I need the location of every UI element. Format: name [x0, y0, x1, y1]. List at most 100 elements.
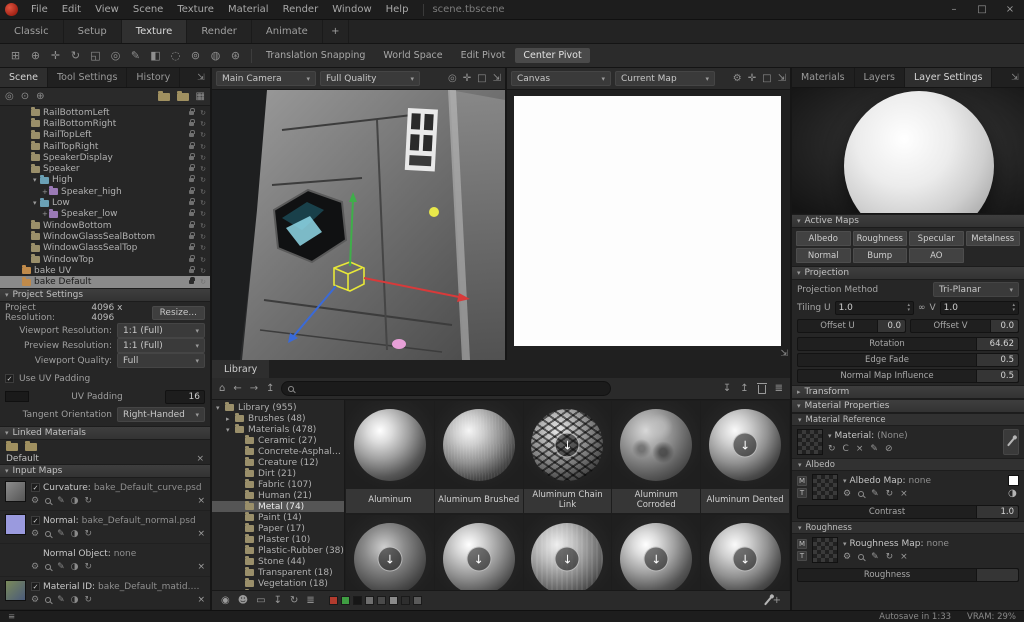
tool-icon[interactable]: ◌ — [166, 47, 185, 65]
panel-tab[interactable]: Materials — [792, 68, 855, 87]
use-uv-padding-checkbox[interactable]: ✓ — [5, 374, 14, 383]
tool-icon[interactable]: ⊞ — [6, 47, 25, 65]
material-tile[interactable]: ↓ — [346, 515, 434, 590]
section-project-settings[interactable]: ▾ Project Settings — [0, 288, 210, 302]
material-tile[interactable]: ↓ Aluminum Dented — [701, 401, 789, 513]
eyedropper-icon[interactable] — [764, 596, 772, 605]
map-toggle-button[interactable]: Normal — [796, 248, 851, 263]
material-tile[interactable]: ↓ — [435, 515, 523, 590]
lock-icon[interactable] — [189, 178, 194, 182]
expand-caret[interactable]: ▾ — [216, 404, 222, 412]
settings-dropdown[interactable]: Full ▾ — [117, 353, 205, 368]
library-category[interactable]: Fabric (107) — [212, 479, 344, 490]
scene-tree-item[interactable]: RailBottomLeft ↻ — [0, 107, 210, 118]
library-search[interactable] — [281, 381, 611, 396]
maximize-button[interactable]: □ — [968, 0, 996, 19]
pen-icon[interactable]: ✎ — [57, 595, 65, 605]
scene-tree-item[interactable]: Speaker ↻ — [0, 163, 210, 174]
panel-tab[interactable]: Tool Settings — [48, 68, 127, 87]
contrast-slider[interactable]: Contrast 1.0 — [797, 505, 1019, 519]
stepper-icon[interactable]: ▴▾ — [1013, 303, 1016, 313]
panel-tab[interactable]: Scene — [0, 68, 48, 87]
map-toggle-button[interactable]: Roughness — [853, 231, 908, 246]
input-map-item[interactable]: ✓ Curvature: bake_Default_curve.psd ⚙ ✎ … — [0, 478, 210, 511]
lock-icon[interactable] — [189, 280, 194, 284]
subsection-albedo[interactable]: ▾ Albedo — [792, 458, 1024, 471]
library-category[interactable]: Human (21) — [212, 490, 344, 501]
lock-icon[interactable] — [189, 167, 194, 171]
scene-tree-item[interactable]: WindowGlassSealBottom ↻ — [0, 231, 210, 242]
pen-icon[interactable]: ✎ — [57, 529, 65, 539]
lock-icon[interactable] — [189, 190, 194, 194]
mask-toggle[interactable]: M — [797, 476, 807, 486]
map-thumbnail[interactable] — [5, 580, 26, 601]
section-linked-materials[interactable]: ▾ Linked Materials — [0, 426, 210, 440]
menu-item[interactable]: Window — [325, 0, 378, 19]
tool-icon[interactable]: ◱ — [86, 47, 105, 65]
material-tile[interactable]: ↓ — [701, 515, 789, 590]
sync-icon[interactable]: ↻ — [200, 222, 206, 230]
scene-tree-item[interactable]: WindowTop ↻ — [0, 254, 210, 265]
library-category[interactable]: Dirt (21) — [212, 468, 344, 479]
library-category[interactable]: Plastic-Rubber (38) — [212, 545, 344, 556]
sync-icon[interactable]: ↻ — [200, 267, 206, 275]
pen-icon[interactable]: ✎ — [871, 489, 879, 499]
library-category[interactable]: Transparent (18) — [212, 567, 344, 578]
scene-tree-item[interactable]: RailTopLeft ↻ — [0, 130, 210, 141]
gear-icon[interactable]: ⚙ — [31, 562, 39, 572]
frame-icon[interactable]: □ — [762, 73, 771, 84]
sync-icon[interactable]: ↻ — [200, 244, 206, 252]
library-category[interactable]: Ceramic (27) — [212, 435, 344, 446]
settings-dropdown[interactable]: 1:1 (Full) ▾ — [117, 323, 205, 338]
clear-map-icon[interactable]: × — [197, 529, 205, 539]
resize-button[interactable]: Resize... — [152, 306, 205, 320]
menu-item[interactable]: Texture — [170, 0, 221, 19]
target-icon[interactable]: ◎ — [5, 91, 14, 102]
map-thumbnail[interactable] — [5, 481, 26, 502]
roughness-map-thumbnail[interactable] — [812, 537, 838, 563]
input-map-item[interactable]: ✓ Normal Object: none ⚙ ✎ ◑ ↻ × — [0, 544, 210, 577]
search-icon[interactable] — [45, 564, 51, 570]
pick-material-button[interactable] — [1003, 429, 1019, 455]
sync-icon[interactable]: ↻ — [200, 154, 206, 162]
sync-icon[interactable]: ↻ — [200, 131, 206, 139]
clear-icon[interactable]: × — [900, 489, 908, 499]
library-category[interactable]: Vegetation (18) — [212, 578, 344, 589]
tool-icon[interactable]: ◎ — [106, 47, 125, 65]
menu-item[interactable]: Material — [221, 0, 276, 19]
home-icon[interactable]: ⌂ — [219, 383, 225, 394]
lock-icon[interactable] — [189, 269, 194, 273]
offset-u-slider[interactable]: Offset U 0.0 — [797, 319, 906, 333]
gear-icon[interactable]: ⚙ — [31, 496, 39, 506]
search-icon[interactable] — [45, 597, 51, 603]
lock-icon[interactable] — [189, 258, 194, 262]
droplet-icon[interactable]: ◑ — [71, 562, 79, 572]
camera-dropdown[interactable]: Main Camera ▾ — [216, 71, 316, 86]
export-icon[interactable]: ↥ — [740, 383, 748, 394]
workspace-tab[interactable]: Texture — [122, 20, 188, 43]
library-category[interactable]: Concrete-Asphalt (17) — [212, 446, 344, 457]
clear-icon[interactable]: × — [900, 552, 908, 562]
toolbar-toggle[interactable]: World Space — [375, 48, 450, 63]
library-category[interactable]: Paint (14) — [212, 512, 344, 523]
sync-icon[interactable]: ↻ — [200, 143, 206, 151]
gear-icon[interactable]: ⚙ — [31, 595, 39, 605]
toolbar-toggle[interactable]: Translation Snapping — [258, 48, 373, 63]
input-map-item[interactable]: ✓ Material ID: bake_Default_matid.psd ⚙ … — [0, 577, 210, 610]
lock-icon[interactable] — [189, 235, 194, 239]
sync-icon[interactable]: ↻ — [200, 188, 206, 196]
sync-icon[interactable]: ↻ — [200, 165, 206, 173]
popout-icon[interactable]: ⇲ — [1006, 68, 1024, 87]
tool-icon[interactable]: ↻ — [66, 47, 85, 65]
library-category[interactable]: Plaster (10) — [212, 534, 344, 545]
search-icon[interactable] — [858, 491, 864, 497]
link-icon[interactable]: ∞ — [918, 303, 926, 313]
uv-padding-input[interactable]: 16 — [165, 390, 205, 404]
input-map-item[interactable]: ✓ Normal: bake_Default_normal.psd ⚙ ✎ ◑ … — [0, 511, 210, 544]
pan-icon[interactable]: ✛ — [463, 73, 471, 84]
map-toggle-button[interactable]: AO — [909, 248, 964, 263]
lock-icon[interactable] — [189, 122, 194, 126]
pen-icon[interactable]: ✎ — [57, 496, 65, 506]
map-thumbnail[interactable] — [5, 514, 26, 535]
library-category[interactable]: ▾ Materials (478) — [212, 424, 344, 435]
